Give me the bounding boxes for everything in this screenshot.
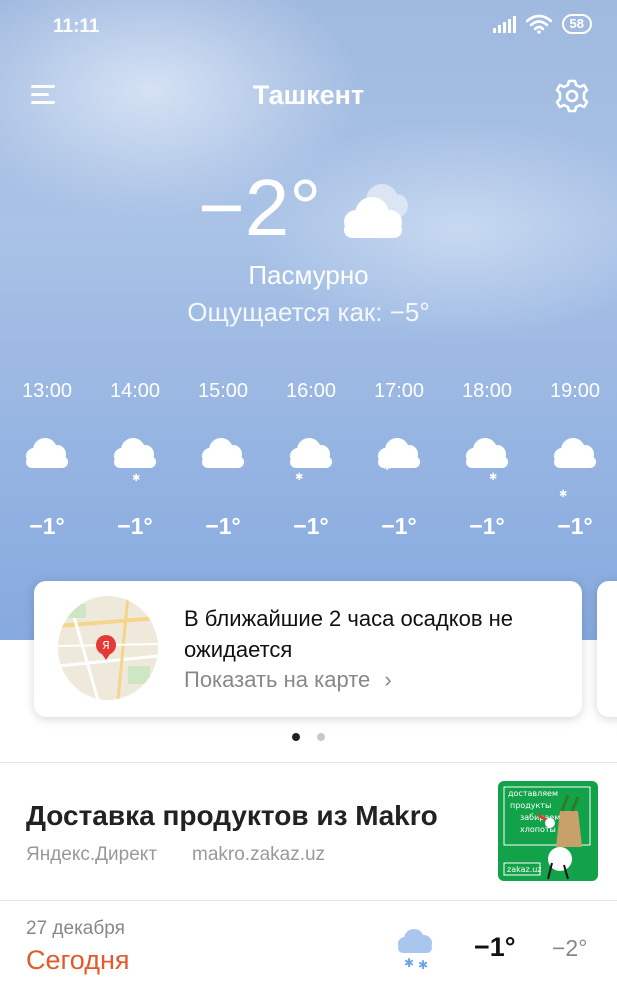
hour-time: 19:00 (549, 380, 601, 402)
cloud-light-snow-icon (114, 438, 156, 468)
hour-time: 17:00 (373, 380, 425, 402)
show-on-map-label: Показать на карте (184, 667, 371, 692)
svg-text:✱: ✱ (404, 956, 414, 969)
current-temperature: −2° (198, 163, 322, 252)
cloud-light-snow-icon (554, 438, 596, 468)
hour-temperature: −1° (293, 513, 329, 539)
ad-image-logo: zakaz.uz (507, 865, 542, 874)
hour-time: 16:00 (285, 380, 337, 402)
cloud-light-snow-icon (466, 438, 508, 468)
next-card-peek[interactable] (597, 581, 617, 717)
hour-time: 14:00 (109, 380, 161, 402)
hourly-item[interactable]: 18:00 ✱ −1° (447, 380, 527, 539)
show-on-map-link[interactable]: Показать на карте › (184, 667, 392, 693)
hourly-item[interactable]: 14:00 ✱ −1° (95, 380, 175, 539)
forecast-min-temp: −2° (552, 935, 588, 961)
cloud-snow-icon: ✱ ✱ (398, 929, 432, 969)
hour-time: 13:00 (21, 380, 73, 402)
precipitation-map-thumbnail[interactable]: Я (58, 596, 158, 700)
forecast-day-label: Сегодня (26, 945, 130, 975)
divider (0, 900, 617, 901)
hour-temperature: −1° (381, 513, 417, 539)
ad-image[interactable]: доставляем продукты забираем хлопоты zak… (498, 781, 598, 881)
chevron-right-icon: › (384, 667, 392, 692)
ad-title[interactable]: Доставка продуктов из Makro (26, 800, 438, 832)
hourly-item[interactable]: 13:00 −1° (7, 380, 87, 539)
status-icons: 58 (492, 14, 592, 34)
nowcast-text: В ближайшие 2 часа осадков не ожидается (184, 606, 514, 662)
cloud-light-snow-icon (378, 438, 420, 468)
settings-gear-icon[interactable] (554, 78, 590, 114)
signal-icon (492, 15, 516, 33)
hour-time: 15:00 (197, 380, 249, 402)
hour-temperature: −1° (117, 513, 153, 539)
cloud-light-snow-icon (26, 438, 68, 468)
wifi-icon (525, 14, 552, 34)
hour-temperature: −1° (557, 513, 593, 539)
hour-temperature: −1° (469, 513, 505, 539)
hour-time: 18:00 (461, 380, 513, 402)
ad-domain[interactable]: makro.zakaz.uz (192, 844, 325, 866)
ad-image-text: продукты (510, 801, 551, 810)
pager-dot (316, 733, 325, 741)
nowcast-card[interactable]: Я В ближайшие 2 часа осадков не ожидаетс… (34, 581, 582, 717)
hourly-item[interactable]: 16:00 ✱ −1° (271, 380, 351, 539)
hourly-item[interactable]: 15:00 ✱ −1° (183, 380, 263, 539)
ad-image-text: доставляем (508, 789, 558, 798)
hour-temperature: −1° (205, 513, 241, 539)
hourly-item[interactable]: 17:00 ✱ −1° (359, 380, 439, 539)
feels-like: Ощущается как: −5° (187, 297, 430, 327)
divider (0, 762, 617, 763)
forecast-max-temp: −1° (474, 932, 516, 962)
cloud-light-snow-icon (290, 438, 332, 468)
map-marker-icon: Я (102, 639, 110, 652)
city-title[interactable]: Ташкент (0, 80, 617, 111)
pager-dot-active (292, 733, 301, 741)
ad-source: Яндекс.Директ (26, 844, 158, 865)
pager-dots (0, 728, 617, 746)
status-time: 11:11 (53, 16, 100, 37)
svg-text:✱: ✱ (418, 958, 428, 969)
battery-indicator: 58 (561, 14, 592, 34)
current-condition: Пасмурно (248, 260, 369, 290)
cloudy-icon (344, 184, 408, 238)
hourly-item[interactable]: 19:00 ✱ −1° (535, 380, 615, 539)
hour-temperature: −1° (29, 513, 65, 539)
forecast-date: 27 декабря (26, 918, 125, 939)
